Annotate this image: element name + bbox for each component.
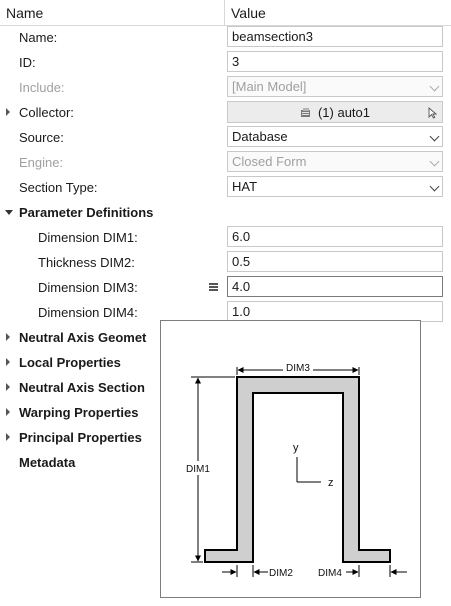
table-header: Name Value	[0, 0, 451, 26]
group-parameter-definitions[interactable]: Parameter Definitions	[0, 200, 451, 225]
chevron-down-icon	[429, 181, 440, 192]
dim3-label: Dimension DIM3:	[38, 280, 138, 295]
neutral-axis-section-label: Neutral Axis Section	[19, 380, 145, 395]
dim1-diagram-label: DIM1	[186, 464, 210, 475]
menu-icon[interactable]	[209, 283, 218, 291]
id-input[interactable]: 3	[227, 51, 443, 72]
expand-icon[interactable]	[6, 333, 10, 341]
source-label: Source:	[19, 130, 64, 145]
local-properties-label: Local Properties	[19, 355, 121, 370]
row-dim1: Dimension DIM1: 6.0	[0, 225, 451, 250]
collector-value: (1) auto1	[317, 105, 371, 120]
dim4-input[interactable]: 1.0	[227, 301, 443, 322]
row-name: Name: beamsection3	[0, 25, 451, 50]
chevron-down-icon	[429, 131, 440, 142]
chevron-down-icon	[429, 81, 440, 92]
id-label: ID:	[19, 55, 36, 70]
source-value: Database	[232, 129, 288, 144]
parameter-definitions-label: Parameter Definitions	[19, 205, 154, 220]
expand-icon[interactable]	[6, 408, 10, 416]
dim4-diagram-label: DIM4	[318, 568, 342, 579]
collector-icon	[300, 108, 310, 117]
y-axis-label: y	[293, 442, 299, 454]
value-column-header: Value	[231, 5, 266, 21]
chevron-down-icon	[429, 156, 440, 167]
dim2-diagram-label: DIM2	[269, 568, 293, 579]
dim2-label: Thickness DIM2:	[38, 255, 135, 270]
dim3-diagram-label: DIM3	[286, 363, 310, 374]
neutral-axis-geometry-label: Neutral Axis Geomet	[19, 330, 147, 345]
expand-collector-icon[interactable]	[6, 108, 10, 116]
row-include: Include: [Main Model]	[0, 75, 451, 100]
dim4-label: Dimension DIM4:	[38, 305, 138, 320]
dim1-label: Dimension DIM1:	[38, 230, 138, 245]
z-axis-label: z	[328, 477, 334, 489]
metadata-label: Metadata	[19, 455, 76, 470]
expand-icon[interactable]	[6, 383, 10, 391]
include-select: [Main Model]	[227, 76, 443, 97]
row-dim3: Dimension DIM3: 4.0	[0, 275, 451, 300]
section-type-select[interactable]: HAT	[227, 176, 443, 197]
engine-value: Closed Form	[232, 154, 307, 169]
collapse-icon[interactable]	[5, 210, 13, 215]
row-collector: Collector: (1) auto1	[0, 100, 451, 125]
cursor-icon	[428, 107, 437, 119]
section-type-value: HAT	[232, 179, 258, 194]
name-input[interactable]: beamsection3	[227, 26, 443, 47]
collector-button[interactable]: (1) auto1	[227, 101, 443, 123]
expand-icon[interactable]	[6, 358, 10, 366]
dim2-input[interactable]: 0.5	[227, 251, 443, 272]
dim3-input[interactable]: 4.0	[227, 276, 443, 297]
include-label: Include:	[19, 80, 65, 95]
name-label: Name:	[19, 30, 58, 45]
expand-icon[interactable]	[6, 433, 10, 441]
section-diagram-popup: DIM3 DIM1 DIM2 DIM4 y z	[160, 320, 421, 598]
row-source: Source: Database	[0, 125, 451, 150]
include-value: [Main Model]	[232, 79, 307, 94]
row-id: ID: 3	[0, 50, 451, 75]
row-dim2: Thickness DIM2: 0.5	[0, 250, 451, 275]
collector-label: Collector:	[19, 105, 74, 120]
principal-properties-label: Principal Properties	[19, 430, 142, 445]
warping-properties-label: Warping Properties	[19, 405, 139, 420]
dim1-input[interactable]: 6.0	[227, 226, 443, 247]
hat-section-diagram: DIM3 DIM1 DIM2 DIM4 y z	[186, 362, 407, 579]
column-divider[interactable]	[224, 0, 225, 25]
section-type-label: Section Type:	[19, 180, 98, 195]
source-select[interactable]: Database	[227, 126, 443, 147]
engine-label: Engine:	[19, 155, 64, 170]
row-section-type: Section Type: HAT	[0, 175, 451, 200]
row-engine: Engine: Closed Form	[0, 150, 451, 175]
name-column-header: Name	[6, 5, 44, 21]
engine-select: Closed Form	[227, 151, 443, 172]
